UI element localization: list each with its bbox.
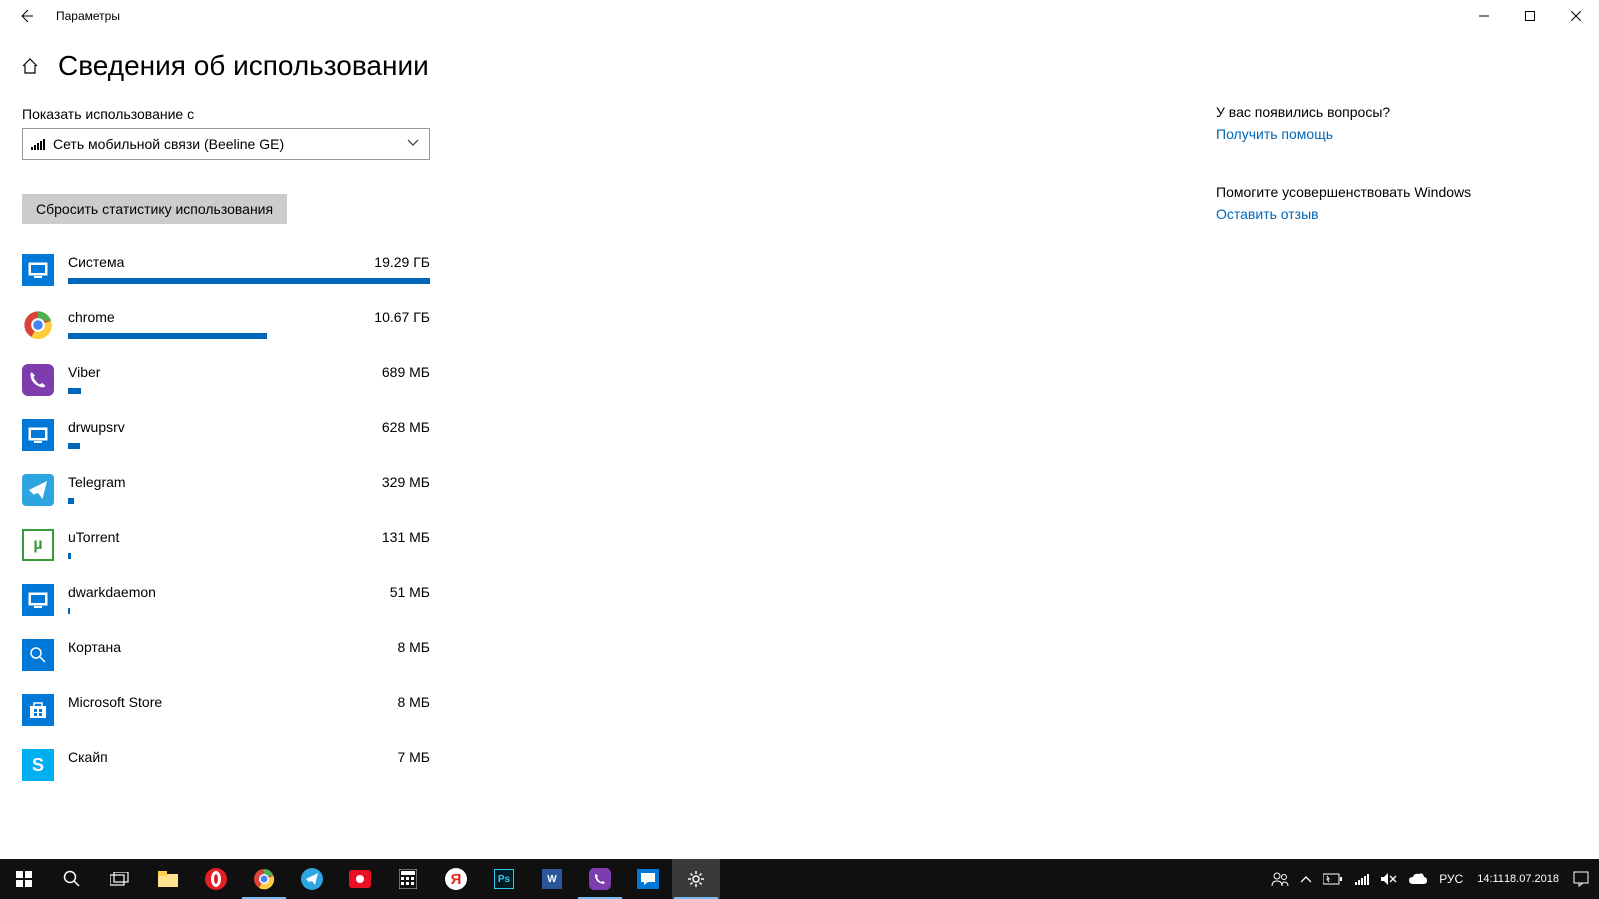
taskbar-calculator[interactable] — [384, 859, 432, 899]
cellular-signal-icon — [31, 138, 45, 150]
app-usage-value: 8 МБ — [397, 694, 430, 710]
app-usage-value: 8 МБ — [397, 639, 430, 655]
tray-action-center-icon[interactable] — [1567, 859, 1595, 899]
app-usage-value: 10.67 ГБ — [374, 309, 430, 325]
usage-bar — [68, 608, 430, 614]
taskbar-settings[interactable] — [672, 859, 720, 899]
app-name: Viber — [68, 364, 100, 380]
tray-time: 14:11 — [1477, 873, 1504, 886]
search-button[interactable] — [48, 859, 96, 899]
usage-bar — [68, 333, 430, 339]
app-usage-row: Microsoft Store 8 МБ — [22, 694, 440, 726]
app-usage-row: Система 19.29 ГБ — [22, 254, 440, 286]
taskbar-messaging[interactable] — [624, 859, 672, 899]
chevron-down-icon — [407, 139, 419, 150]
maximize-button[interactable] — [1507, 0, 1553, 32]
app-usage-value: 628 МБ — [382, 419, 430, 435]
minimize-button[interactable] — [1461, 0, 1507, 32]
app-usage-value: 19.29 ГБ — [374, 254, 430, 270]
app-name: Система — [68, 254, 124, 270]
task-view-button[interactable] — [96, 859, 144, 899]
tray-clock[interactable]: 14:11 18.07.2018 — [1469, 859, 1567, 899]
close-button[interactable] — [1553, 0, 1599, 32]
taskbar-yandex[interactable]: Я — [432, 859, 480, 899]
usage-bar — [68, 553, 430, 559]
app-usage-row: drwupsrv 628 МБ — [22, 419, 440, 451]
start-button[interactable] — [0, 859, 48, 899]
tray-onedrive-icon[interactable] — [1403, 859, 1433, 899]
usage-bar — [68, 443, 430, 449]
app-usage-row: S Скайп 7 МБ — [22, 749, 440, 781]
app-icon: µ — [22, 529, 54, 561]
usage-bar — [68, 498, 430, 504]
feedback-link[interactable]: Оставить отзыв — [1216, 206, 1496, 222]
app-usage-row: chrome 10.67 ГБ — [22, 309, 440, 341]
app-usage-value: 329 МБ — [382, 474, 430, 490]
app-usage-row: Viber 689 МБ — [22, 364, 440, 396]
app-icon — [22, 309, 54, 341]
back-button[interactable] — [10, 0, 42, 32]
app-name: Telegram — [68, 474, 126, 490]
taskbar-photoshop[interactable]: Ps — [480, 859, 528, 899]
reset-stats-button[interactable]: Сбросить статистику использования — [22, 194, 287, 224]
tray-battery-icon[interactable] — [1317, 859, 1349, 899]
taskbar-viber[interactable] — [576, 859, 624, 899]
app-usage-value: 131 МБ — [382, 529, 430, 545]
tray-volume-muted-icon[interactable] — [1375, 859, 1403, 899]
network-dropdown[interactable]: Сеть мобильной связи (Beeline GE) — [22, 128, 430, 160]
usage-bar — [68, 388, 430, 394]
app-usage-row: dwarkdaemon 51 МБ — [22, 584, 440, 616]
app-icon — [22, 474, 54, 506]
app-name: uTorrent — [68, 529, 119, 545]
app-icon — [22, 639, 54, 671]
taskbar-file-explorer[interactable] — [144, 859, 192, 899]
app-name: chrome — [68, 309, 115, 325]
app-icon — [22, 254, 54, 286]
app-icon — [22, 364, 54, 396]
app-usage-row: µ uTorrent 131 МБ — [22, 529, 440, 561]
app-name: Кортана — [68, 639, 121, 655]
tray-cellular-icon[interactable] — [1349, 859, 1375, 899]
taskbar: Я Ps W — [0, 859, 1599, 899]
home-icon[interactable] — [20, 56, 40, 76]
app-usage-value: 689 МБ — [382, 364, 430, 380]
app-usage-value: 51 МБ — [390, 584, 430, 600]
help-question: У вас появились вопросы? — [1216, 104, 1496, 120]
app-usage-row: Кортана 8 МБ — [22, 639, 440, 671]
app-usage-value: 7 МБ — [397, 749, 430, 765]
window-title: Параметры — [56, 9, 120, 23]
taskbar-opera[interactable] — [192, 859, 240, 899]
show-usage-label: Показать использование с — [22, 106, 440, 122]
taskbar-word[interactable]: W — [528, 859, 576, 899]
improve-windows-text: Помогите усовершенствовать Windows — [1216, 184, 1496, 200]
tray-language[interactable]: РУС — [1433, 859, 1469, 899]
app-name: dwarkdaemon — [68, 584, 156, 600]
get-help-link[interactable]: Получить помощь — [1216, 126, 1496, 142]
app-usage-row: Telegram 329 МБ — [22, 474, 440, 506]
taskbar-camera[interactable] — [336, 859, 384, 899]
app-name: Microsoft Store — [68, 694, 162, 710]
tray-chevron-up-icon[interactable] — [1295, 859, 1317, 899]
app-icon — [22, 419, 54, 451]
page-title: Сведения об использовании — [58, 50, 429, 82]
usage-bar — [68, 278, 430, 284]
app-icon: S — [22, 749, 54, 781]
taskbar-telegram[interactable] — [288, 859, 336, 899]
app-icon — [22, 584, 54, 616]
taskbar-chrome[interactable] — [240, 859, 288, 899]
tray-people-icon[interactable] — [1265, 859, 1295, 899]
app-name: Скайп — [68, 749, 108, 765]
tray-date: 18.07.2018 — [1504, 873, 1559, 886]
app-icon — [22, 694, 54, 726]
dropdown-selected-text: Сеть мобильной связи (Beeline GE) — [53, 136, 284, 152]
app-name: drwupsrv — [68, 419, 125, 435]
